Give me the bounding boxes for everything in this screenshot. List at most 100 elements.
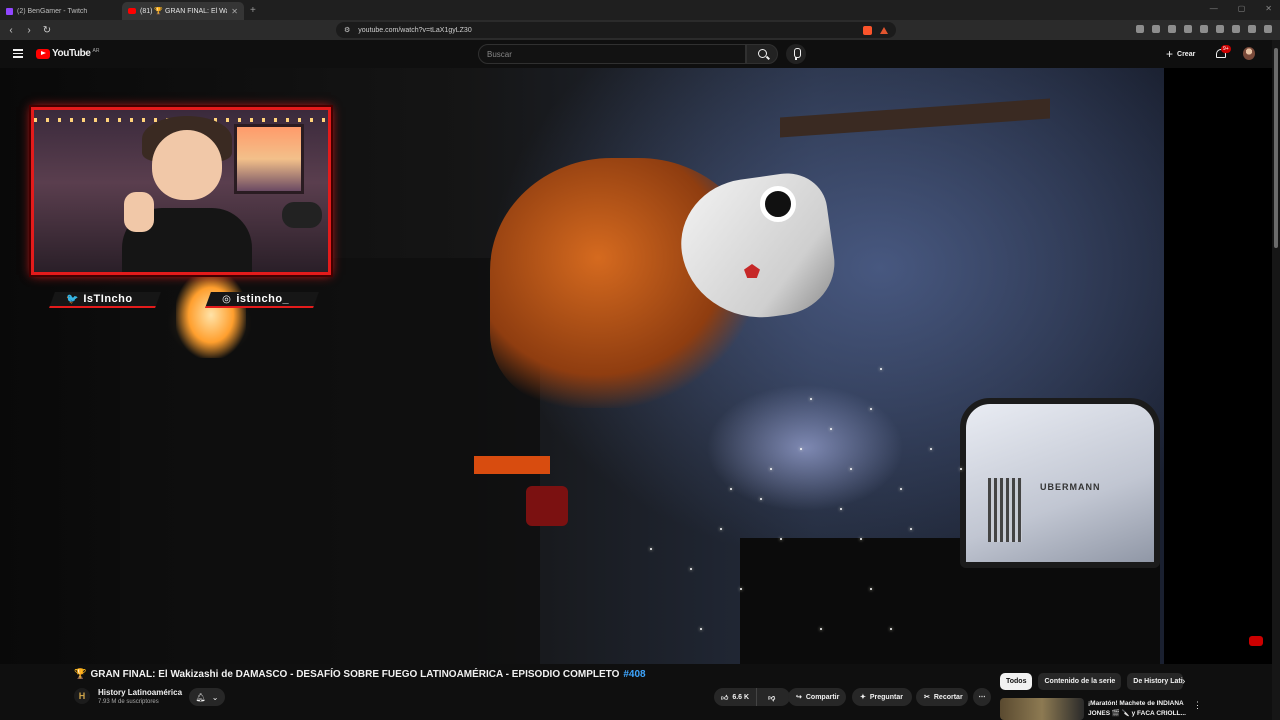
extension-icon[interactable] [1152,25,1160,33]
window-controls: — ▢ ✕ [1210,4,1272,13]
video-player[interactable]: UBERMANN 🐦 IsTIncho ◎ istincho_ [0,68,1272,664]
back-icon[interactable]: ‹ [4,25,18,36]
tab-twitch[interactable]: (2) BenGamer - Twitch [0,2,122,20]
spark-particle [720,528,722,530]
recommended-video-thumbnail[interactable] [1000,698,1084,720]
spark-particle [850,468,852,470]
youtube-logo[interactable]: YouTube AR [36,48,99,59]
spark-particle [700,628,702,630]
search-button[interactable] [746,44,778,64]
instagram-handle-banner: ◎ istincho_ [205,292,319,308]
chip-series-content[interactable]: Contenido de la serie [1038,673,1122,690]
clip-button[interactable]: ✂ Recortar [916,688,968,706]
close-window-icon[interactable]: ✕ [1265,4,1272,13]
brave-rewards-icon[interactable] [880,26,888,34]
related-filter-chips: Todos Contenido de la serie De History L… [1000,673,1184,690]
tab-youtube[interactable]: (81) 🏆 GRAN FINAL: El Wak ✕ [122,2,244,20]
browser-toolbar: ‹ › ↻ ⚙ youtube.com/watch?v=tLaX1gyLZ30 [0,20,1280,40]
mask-lens [760,186,796,222]
menu-icon[interactable] [1264,25,1272,33]
url-text[interactable]: youtube.com/watch?v=tLaX1gyLZ30 [358,27,855,34]
share-button[interactable]: ↪ Compartir [788,688,846,706]
twitter-handle-banner: 🐦 IsTIncho [49,292,161,308]
maximize-icon[interactable]: ▢ [1238,4,1246,13]
subscriber-count: 7.93 M de suscriptores [98,699,159,705]
chip-all[interactable]: Todos [1000,673,1033,690]
chip-from-channel[interactable]: De History Latin [1127,673,1184,690]
close-tab-icon[interactable]: ✕ [231,7,238,16]
spark-particle [870,408,872,410]
episode-hashtag[interactable]: #408 [623,669,645,680]
spark-particle [740,588,742,590]
extension-icon[interactable] [1216,25,1224,33]
extension-icon[interactable] [1136,25,1144,33]
search-icon [758,49,767,58]
dislike-button[interactable]: 👎︎ [761,688,782,706]
tab-label: (2) BenGamer - Twitch [17,7,88,15]
spark-particle [830,428,832,430]
page-scrollbar[interactable] [1272,40,1280,720]
hamburger-menu-icon[interactable] [13,49,23,58]
machine-vent [988,478,1022,542]
twitter-icon: 🐦 [66,293,79,305]
youtube-masthead: YouTube AR Buscar + Crear 9+ [0,40,1280,68]
avatar-hand [124,192,154,232]
extension-icon[interactable] [1200,25,1208,33]
more-actions-icon[interactable]: ⋯ [973,688,991,706]
ask-button[interactable]: ✦ Preguntar [852,688,912,706]
recommended-video-menu-icon[interactable]: ⋮ [1193,700,1202,711]
twitch-icon [6,7,13,15]
spark-particle [810,398,812,400]
forge-fire [176,272,246,358]
clip-label: Recortar [933,693,963,701]
account-avatar[interactable] [1243,47,1255,60]
avatar-face [152,130,222,200]
site-info-icon[interactable]: ⚙ [344,26,350,34]
spark-particle [880,368,882,370]
minimize-icon[interactable]: — [1210,4,1218,13]
spark-particle [800,448,802,450]
forward-icon[interactable]: › [22,25,36,36]
extension-icon[interactable] [1184,25,1192,33]
spark-particle [760,498,762,500]
spark-particle [730,488,732,490]
logo-text: YouTube [52,48,91,59]
brave-shield-icon[interactable] [863,25,872,35]
create-button[interactable]: + Crear [1166,47,1195,61]
extension-icon[interactable] [1248,25,1256,33]
scrollbar-thumb[interactable] [1274,48,1278,248]
chevron-right-icon[interactable]: › [1182,676,1185,687]
channel-avatar[interactable]: H [74,688,90,704]
machine-brand-text: UBERMANN [1040,482,1101,492]
country-code: AR [92,48,100,54]
streamer-microphone [282,202,322,228]
like-count: 6.6 K [732,693,750,701]
reload-icon[interactable]: ↻ [40,25,54,36]
share-label: Compartir [805,693,840,701]
browser-tab-strip: (2) BenGamer - Twitch (81) 🏆 GRAN FINAL:… [0,0,1280,20]
address-bar[interactable]: ⚙ youtube.com/watch?v=tLaX1gyLZ30 [336,22,896,38]
spark-particle [890,628,892,630]
youtube-icon [128,8,136,14]
channel-name[interactable]: History Latinoamérica [98,688,182,697]
spark-particle [650,548,652,550]
voice-search-icon[interactable] [786,44,806,64]
subscribed-notifications-button[interactable]: 🔔︎ ⌄ [189,688,225,706]
trophy-icon: 🏆 [74,669,87,680]
wall-shelf [780,98,1050,138]
plus-icon: + [1166,47,1174,61]
extension-icons [1136,25,1272,33]
instagram-handle: istincho_ [236,293,289,305]
recommended-video-title[interactable]: ¡Maratón! Machete de INDIANA JONES 🎬 🔪 y… [1088,699,1188,719]
instagram-icon: ◎ [222,293,232,305]
extension-icon[interactable] [1168,25,1176,33]
sunset-window [234,124,304,194]
spark-particle [780,538,782,540]
search-input[interactable]: Buscar [478,44,746,64]
like-button[interactable]: 👍︎ 6.6 K [714,688,758,706]
extension-icon[interactable] [1232,25,1240,33]
spark-particle [860,538,862,540]
new-tab-button[interactable]: + [250,5,256,16]
spark-particle [840,508,842,510]
channel-watermark-icon[interactable] [1249,636,1263,646]
